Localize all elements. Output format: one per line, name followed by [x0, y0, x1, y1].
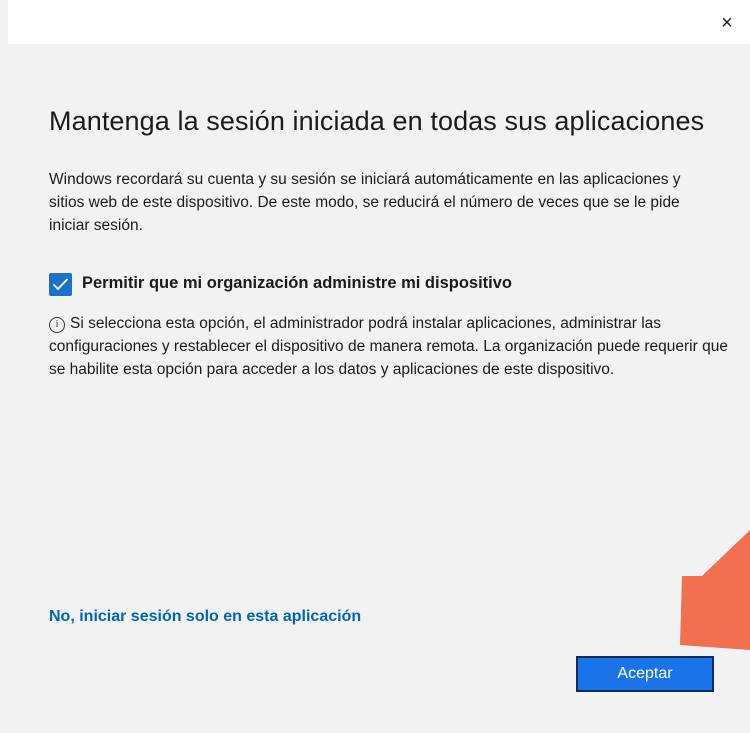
title-bar: ×: [8, 0, 750, 44]
allow-org-manage-label[interactable]: Permitir que mi organización administre …: [82, 274, 512, 293]
annotation-arrow-icon: [680, 530, 750, 650]
accept-button[interactable]: Aceptar: [576, 656, 714, 692]
sign-in-this-app-only-link[interactable]: No, iniciar sesión solo en esta aplicaci…: [49, 608, 361, 626]
info-block: i Si selecciona esta opción, el administr…: [49, 312, 729, 381]
allow-org-manage-checkbox[interactable]: [49, 273, 72, 296]
info-icon: i: [49, 317, 65, 333]
dialog-heading: Mantenga la sesión iniciada en todas sus…: [49, 106, 705, 136]
checkmark-icon: [52, 278, 69, 291]
close-icon: ×: [721, 12, 733, 34]
keep-signed-in-dialog: × Mantenga la sesión iniciada en todas s…: [8, 0, 750, 733]
intro-text: Windows recordará su cuenta y su sesión …: [49, 171, 681, 234]
info-text: Si selecciona esta opción, el administra…: [49, 315, 728, 378]
close-button[interactable]: ×: [712, 8, 742, 38]
